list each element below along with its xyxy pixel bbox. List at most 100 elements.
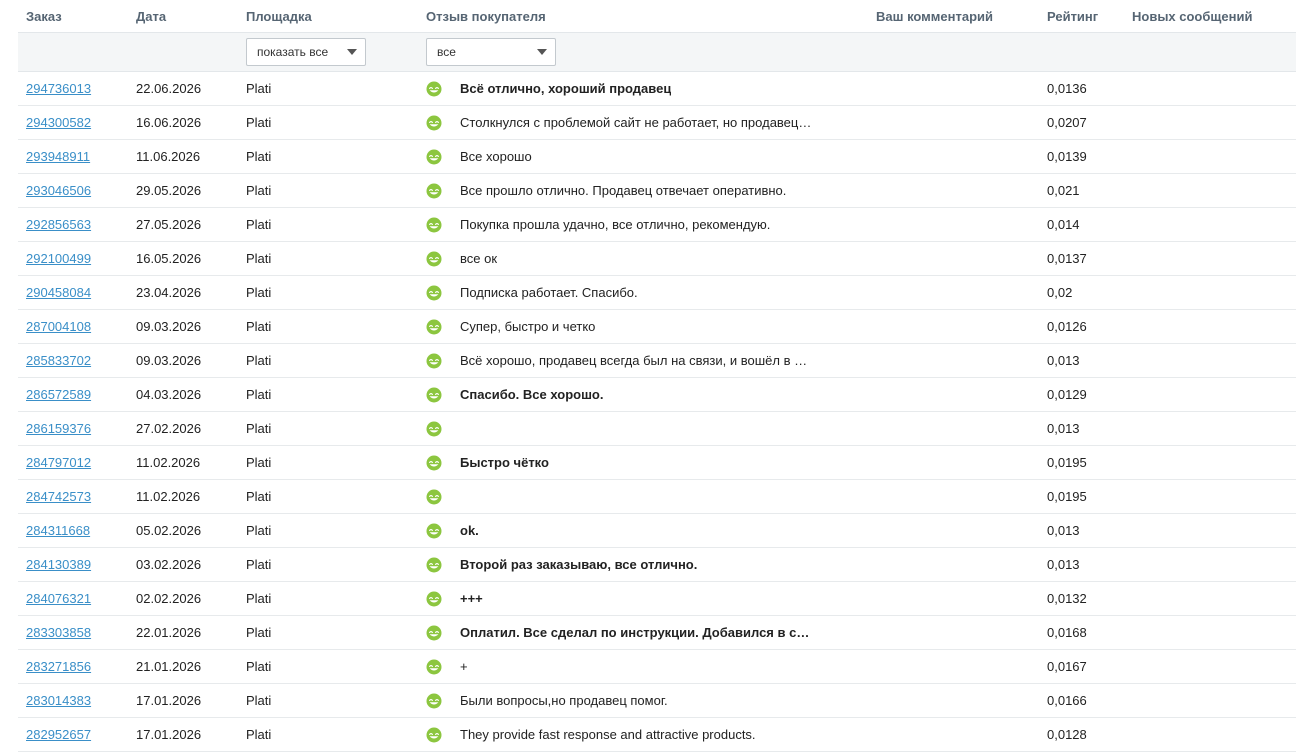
feedback-text[interactable]: + [460, 659, 468, 674]
order-link[interactable]: 290458084 [26, 285, 91, 300]
messages-cell [1124, 581, 1296, 616]
order-link[interactable]: 286159376 [26, 421, 91, 436]
table-row: 284311668 05.02.2026 Plati ok. 0,013 [18, 513, 1296, 548]
smiley-positive-icon [426, 183, 442, 199]
date-cell: 23.04.2026 [128, 275, 238, 310]
smiley-positive-icon [426, 557, 442, 573]
rating-cell: 0,013 [1039, 547, 1124, 582]
platform-cell: Plati [238, 615, 418, 650]
table-row: 284742573 11.02.2026 Plati 0,0195 [18, 479, 1296, 514]
feedback-cell: Второй раз заказываю, все отлично. [418, 547, 868, 582]
feedback-text[interactable]: Столкнулся с проблемой сайт не работает,… [460, 115, 812, 130]
platform-cell: Plati [238, 513, 418, 548]
rating-cell: 0,0195 [1039, 445, 1124, 480]
order-link[interactable]: 283271856 [26, 659, 91, 674]
order-link[interactable]: 286572589 [26, 387, 91, 402]
feedback-text[interactable]: +++ [460, 591, 483, 606]
messages-cell [1124, 615, 1296, 650]
order-link[interactable]: 293046506 [26, 183, 91, 198]
feedback-cell: Всё отлично, хороший продавец [418, 71, 868, 106]
date-cell: 16.05.2026 [128, 241, 238, 276]
order-link[interactable]: 284076321 [26, 591, 91, 606]
feedback-text[interactable]: Оплатил. Все сделал по инструкции. Добав… [460, 625, 812, 640]
order-link[interactable]: 292856563 [26, 217, 91, 232]
order-link[interactable]: 294736013 [26, 81, 91, 96]
header-row: Заказ Дата Площадка Отзыв покупателя Ваш… [18, 0, 1296, 33]
order-link[interactable]: 294300582 [26, 115, 91, 130]
feedback-text[interactable]: Быстро чётко [460, 455, 549, 470]
table-row: 287004108 09.03.2026 Plati Супер, быстро и … [18, 309, 1296, 344]
order-link[interactable]: 292100499 [26, 251, 91, 266]
table-row: 283014383 17.01.2026 Plati Были вопросы,но … [18, 683, 1296, 718]
feedback-filter-select[interactable]: все [426, 38, 556, 66]
order-cell: 286572589 [18, 377, 128, 412]
feedback-text[interactable]: Всё хорошо, продавец всегда был на связи… [460, 353, 812, 368]
order-link[interactable]: 283014383 [26, 693, 91, 708]
platform-cell: Plati [238, 581, 418, 616]
smiley-positive-icon [426, 421, 442, 437]
date-cell: 27.02.2026 [128, 411, 238, 446]
date-cell: 11.02.2026 [128, 445, 238, 480]
feedback-text[interactable]: Всё отлично, хороший продавец [460, 81, 671, 96]
orders-table: Заказ Дата Площадка Отзыв покупателя Ваш… [18, 0, 1296, 752]
table-row: 286572589 04.03.2026 Plati Спасибо. Все хор… [18, 377, 1296, 412]
order-cell: 284076321 [18, 581, 128, 616]
order-link[interactable]: 287004108 [26, 319, 91, 334]
feedback-text[interactable]: Спасибо. Все хорошо. [460, 387, 603, 402]
feedback-text[interactable]: Подписка работает. Спасибо. [460, 285, 638, 300]
feedback-text[interactable]: They provide fast response and attractiv… [460, 727, 756, 742]
order-link[interactable]: 285833702 [26, 353, 91, 368]
order-link[interactable]: 282952657 [26, 727, 91, 742]
smiley-positive-icon [426, 625, 442, 641]
order-cell: 284311668 [18, 513, 128, 548]
order-cell: 294736013 [18, 71, 128, 106]
feedback-text[interactable]: все ок [460, 251, 497, 266]
table-row: 284130389 03.02.2026 Plati Второй раз заказ… [18, 547, 1296, 582]
platform-filter-select[interactable]: показать все [246, 38, 366, 66]
feedback-text[interactable]: Покупка прошла удачно, все отлично, реко… [460, 217, 770, 232]
smiley-positive-icon [426, 387, 442, 403]
comment-cell [868, 547, 1039, 582]
messages-cell [1124, 479, 1296, 514]
smiley-positive-icon [426, 285, 442, 301]
smiley-positive-icon [426, 251, 442, 267]
smiley-positive-icon [426, 319, 442, 335]
order-link[interactable]: 284742573 [26, 489, 91, 504]
comment-cell [868, 139, 1039, 174]
order-link[interactable]: 283303858 [26, 625, 91, 640]
comment-cell [868, 615, 1039, 650]
rating-cell: 0,0166 [1039, 683, 1124, 718]
feedback-text[interactable]: Все хорошо [460, 149, 532, 164]
table-row: 290458084 23.04.2026 Plati Подписка работае… [18, 275, 1296, 310]
smiley-positive-icon [426, 455, 442, 471]
platform-cell: Plati [238, 445, 418, 480]
order-link[interactable]: 284130389 [26, 557, 91, 572]
smiley-positive-icon [426, 489, 442, 505]
order-link[interactable]: 284797012 [26, 455, 91, 470]
feedback-text[interactable]: Все прошло отлично. Продавец отвечает оп… [460, 183, 786, 198]
feedback-cell [418, 479, 868, 514]
feedback-text[interactable]: Супер, быстро и четко [460, 319, 595, 334]
comment-cell [868, 377, 1039, 412]
feedback-text[interactable]: Второй раз заказываю, все отлично. [460, 557, 697, 572]
comment-cell [868, 275, 1039, 310]
platform-cell: Plati [238, 309, 418, 344]
order-link[interactable]: 293948911 [26, 149, 90, 164]
smiley-positive-icon [426, 217, 442, 233]
date-cell: 05.02.2026 [128, 513, 238, 548]
messages-cell [1124, 71, 1296, 106]
rating-cell: 0,014 [1039, 207, 1124, 242]
rating-cell: 0,0195 [1039, 479, 1124, 514]
order-cell: 283303858 [18, 615, 128, 650]
feedback-text[interactable]: ok. [460, 523, 479, 538]
platform-cell: Plati [238, 343, 418, 378]
comment-cell [868, 581, 1039, 616]
date-cell: 04.03.2026 [128, 377, 238, 412]
order-link[interactable]: 284311668 [26, 523, 90, 538]
platform-cell: Plati [238, 173, 418, 208]
comment-cell [868, 207, 1039, 242]
rating-cell: 0,0207 [1039, 105, 1124, 140]
feedback-cell: все ок [418, 241, 868, 276]
rating-cell: 0,0129 [1039, 377, 1124, 412]
feedback-text[interactable]: Были вопросы,но продавец помог. [460, 693, 668, 708]
